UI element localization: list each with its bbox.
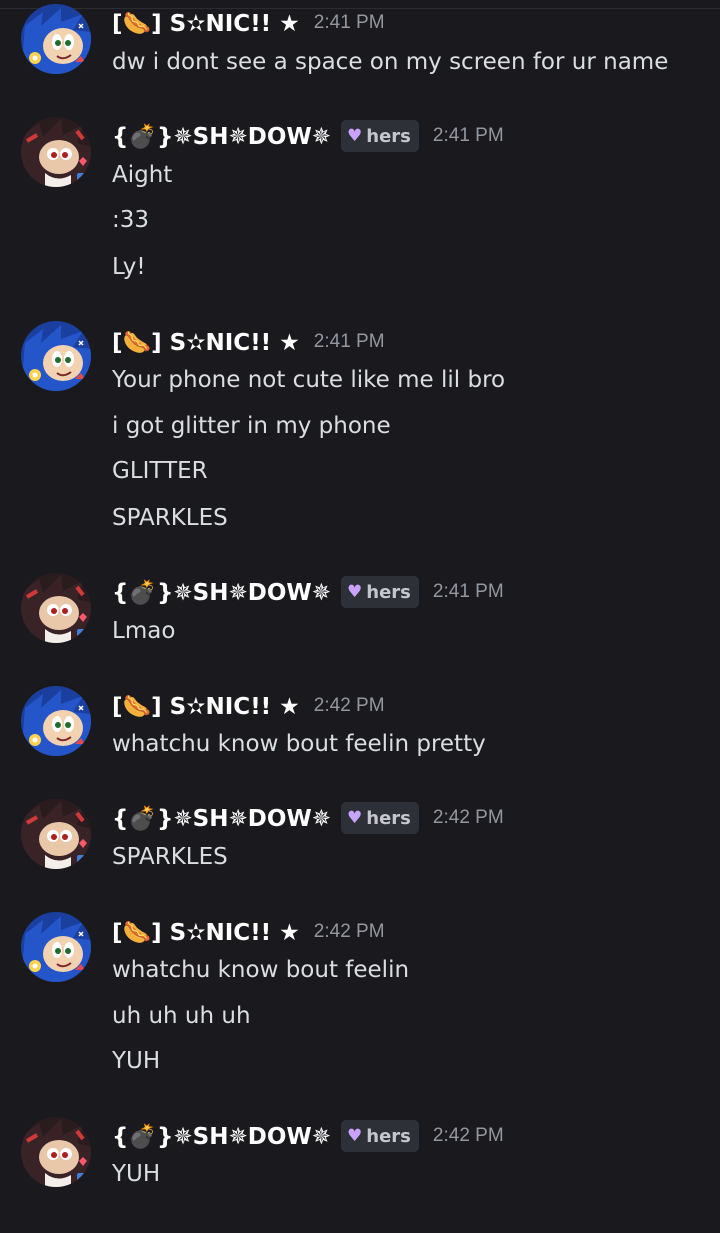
- username[interactable]: {💣}✵SH✵DOW✵: [112, 579, 331, 606]
- message-text: whatchu know bout feelin pretty: [112, 731, 486, 757]
- message-text: whatchu know bout feelin: [112, 957, 410, 983]
- username[interactable]: {💣}✵SH✵DOW✵: [112, 1123, 331, 1150]
- black-hedgehog-avatar: [21, 117, 91, 187]
- avatar[interactable]: [21, 573, 91, 643]
- message-text: YUH: [112, 1048, 161, 1074]
- avatar[interactable]: [21, 799, 91, 869]
- pronoun-label: hers: [366, 807, 411, 829]
- blue-hedgehog-avatar: [21, 321, 91, 391]
- message-header: [🌭] S✫NIC!! ★ 2:41 PM: [112, 6, 385, 40]
- username[interactable]: [🌭] S✫NIC!! ★: [112, 10, 300, 37]
- username[interactable]: [🌭] S✫NIC!! ★: [112, 693, 300, 720]
- username[interactable]: {💣}✵SH✵DOW✵: [112, 805, 331, 832]
- message-text: i got glitter in my phone: [112, 413, 391, 439]
- message-header: {💣}✵SH✵DOW✵ ♥ hers 2:41 PM: [112, 575, 504, 609]
- timestamp[interactable]: 2:41 PM: [433, 125, 504, 147]
- timestamp[interactable]: 2:42 PM: [314, 695, 385, 717]
- heart-icon: ♥: [347, 125, 363, 146]
- black-hedgehog-avatar: [21, 799, 91, 869]
- black-hedgehog-avatar: [21, 1117, 91, 1187]
- message-text: Your phone not cute like me lil bro: [112, 367, 506, 393]
- message-text: Aight: [112, 162, 173, 188]
- message-header: {💣}✵SH✵DOW✵ ♥ hers 2:41 PM: [112, 119, 504, 153]
- blue-hedgehog-avatar: [21, 912, 91, 982]
- avatar[interactable]: [21, 1117, 91, 1187]
- message-header: [🌭] S✫NIC!! ★ 2:41 PM: [112, 325, 385, 359]
- message-text: uh uh uh uh: [112, 1003, 251, 1029]
- avatar[interactable]: [21, 321, 91, 391]
- blue-hedgehog-avatar: [21, 686, 91, 756]
- pronoun-label: hers: [366, 125, 411, 147]
- message-header: [🌭] S✫NIC!! ★ 2:42 PM: [112, 915, 385, 949]
- black-hedgehog-avatar: [21, 573, 91, 643]
- timestamp[interactable]: 2:41 PM: [314, 331, 385, 353]
- heart-icon: ♥: [347, 807, 363, 828]
- message-text: YUH: [112, 1161, 161, 1187]
- pronoun-tag: ♥ hers: [341, 120, 419, 152]
- heart-icon: ♥: [347, 1125, 363, 1146]
- timestamp[interactable]: 2:42 PM: [433, 1125, 504, 1147]
- avatar[interactable]: [21, 912, 91, 982]
- avatar[interactable]: [21, 4, 91, 74]
- pronoun-label: hers: [366, 1125, 411, 1147]
- message-text: SPARKLES: [112, 505, 228, 531]
- message-text: Ly!: [112, 254, 146, 280]
- message-header: {💣}✵SH✵DOW✵ ♥ hers 2:42 PM: [112, 1119, 504, 1153]
- username[interactable]: {💣}✵SH✵DOW✵: [112, 123, 331, 150]
- message-text: SPARKLES: [112, 844, 228, 870]
- username[interactable]: [🌭] S✫NIC!! ★: [112, 329, 300, 356]
- timestamp[interactable]: 2:42 PM: [314, 921, 385, 943]
- pronoun-label: hers: [366, 581, 411, 603]
- username[interactable]: [🌭] S✫NIC!! ★: [112, 919, 300, 946]
- avatar[interactable]: [21, 117, 91, 187]
- message-text: :33: [112, 207, 150, 233]
- message-text: GLITTER: [112, 458, 208, 484]
- pronoun-tag: ♥ hers: [341, 576, 419, 608]
- timestamp[interactable]: 2:41 PM: [314, 12, 385, 34]
- message-text: Lmao: [112, 618, 176, 644]
- message-header: [🌭] S✫NIC!! ★ 2:42 PM: [112, 689, 385, 723]
- message-header: {💣}✵SH✵DOW✵ ♥ hers 2:42 PM: [112, 801, 504, 835]
- pronoun-tag: ♥ hers: [341, 802, 419, 834]
- pronoun-tag: ♥ hers: [341, 1120, 419, 1152]
- heart-icon: ♥: [347, 581, 363, 602]
- avatar[interactable]: [21, 686, 91, 756]
- timestamp[interactable]: 2:42 PM: [433, 807, 504, 829]
- blue-hedgehog-avatar: [21, 4, 91, 74]
- timestamp[interactable]: 2:41 PM: [433, 581, 504, 603]
- message-text: dw i dont see a space on my screen for u…: [112, 49, 669, 75]
